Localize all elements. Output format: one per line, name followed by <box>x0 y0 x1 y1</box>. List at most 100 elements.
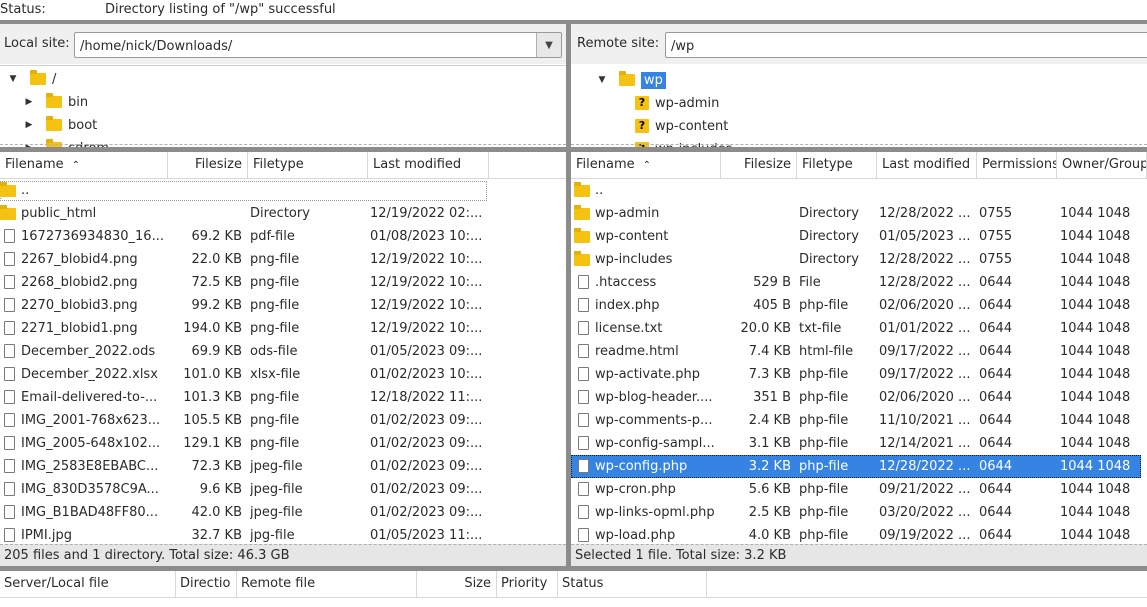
filesize-cell: 69.2 KB <box>191 229 242 244</box>
permissions-cell: 0644 <box>979 275 1013 290</box>
modified-cell <box>879 179 975 202</box>
table-row[interactable]: public_html Directory 12/19/2022 02:... <box>0 202 566 225</box>
queue-col-remote-file[interactable]: Remote file <box>237 571 417 597</box>
table-row[interactable]: 2267_blobid4.png 22.0 KB png-file 12/19/202… <box>0 248 566 271</box>
table-row[interactable]: December_2022.ods 69.9 KB ods-file 01/05/20… <box>0 340 566 363</box>
table-row[interactable]: IMG_2001-768x623... 105.5 KB png-file 01/02… <box>0 409 566 432</box>
table-row[interactable]: wp-config.php 3.2 KB php-file 12/28/2022 ..… <box>571 455 1141 478</box>
local-col-last-modified[interactable]: Last modified <box>368 152 489 178</box>
remote-path-value[interactable]: /wp <box>671 39 694 54</box>
remote-col-last-modified[interactable]: Last modified <box>877 152 977 178</box>
modified-cell: 12/28/2022 ... <box>879 252 971 267</box>
local-tree-item-root[interactable]: ▼ / <box>8 68 56 90</box>
filename-cell: IMG_2001-768x623... <box>21 413 161 428</box>
local-status-bar: 205 files and 1 directory. Total size: 4… <box>0 544 566 566</box>
remote-col-filetype[interactable]: Filetype <box>797 152 877 178</box>
local-tree-item-boot[interactable]: ▶ boot <box>24 114 97 136</box>
local-path-combo[interactable]: /home/nick/Downloads/ ▼ <box>74 32 562 58</box>
local-status-text: 205 files and 1 directory. Total size: 4… <box>4 548 290 563</box>
table-row[interactable]: IMG_B1BAD48FF80... 42.0 KB jpeg-file 01/02/… <box>0 501 566 524</box>
table-row[interactable]: 2268_blobid2.png 72.5 KB png-file 12/19/202… <box>0 271 566 294</box>
remote-tree-item-wp-includes[interactable]: ? wp-includes <box>635 138 732 147</box>
modified-cell: 03/20/2022 ... <box>879 505 971 520</box>
permissions-cell: 0644 <box>979 436 1013 451</box>
table-row[interactable]: wp-load.php 4.0 KB php-file 09/19/2022 ... 0… <box>571 524 1147 544</box>
expanded-arrow-icon[interactable]: ▼ <box>8 74 18 84</box>
chevron-down-icon[interactable]: ▼ <box>536 33 561 57</box>
table-row[interactable]: .htaccess 529 B File 12/28/2022 ... 0644 1044… <box>571 271 1147 294</box>
modified-cell: 09/17/2022 ... <box>879 344 971 359</box>
table-row[interactable]: wp-comments-p... 2.4 KB php-file 11/10/2021… <box>571 409 1147 432</box>
parent-directory-row[interactable]: .. <box>571 179 1147 202</box>
message-log: Status: Directory listing of "/wp" succe… <box>0 0 1147 20</box>
remote-tree-item-wp[interactable]: ▼ wp <box>597 69 666 91</box>
collapsed-arrow-icon[interactable]: ▶ <box>24 120 34 130</box>
table-row[interactable]: readme.html 7.4 KB html-file 09/17/2022 ...… <box>571 340 1147 363</box>
filesize-cell: 42.0 KB <box>191 505 242 520</box>
column-label: Priority <box>501 576 548 591</box>
parent-directory-row[interactable]: .. <box>0 179 566 202</box>
table-row[interactable]: wp-links-opml.php 2.5 KB php-file 03/20/202… <box>571 501 1147 524</box>
collapsed-arrow-icon[interactable]: ▶ <box>24 97 34 107</box>
remote-tree-label: wp-admin <box>655 95 720 111</box>
local-col-filesize[interactable]: Filesize <box>168 152 248 178</box>
filetype-cell: html-file <box>799 344 854 359</box>
filename-cell: wp-links-opml.php <box>595 505 715 520</box>
table-row[interactable]: December_2022.xlsx 101.0 KB xlsx-file 01/02… <box>0 363 566 386</box>
table-row[interactable]: IMG_2005-648x102... 129.1 KB png-file 01/02… <box>0 432 566 455</box>
local-col-filetype[interactable]: Filetype <box>248 152 368 178</box>
table-row[interactable]: license.txt 20.0 KB txt-file 01/01/2022 ...… <box>571 317 1147 340</box>
remote-col-owner-group[interactable]: Owner/Group <box>1057 152 1147 178</box>
queue-col-server-local-file[interactable]: Server/Local file <box>0 571 176 597</box>
owner-group-cell: 1044 1048 <box>1060 505 1131 520</box>
table-row[interactable]: wp-admin Directory 12/28/2022 ... 0755 1044 … <box>571 202 1147 225</box>
filetype-cell: jpeg-file <box>250 459 303 474</box>
queue-col-direction[interactable]: Directio <box>176 571 237 597</box>
filesize-cell: 105.5 KB <box>183 413 242 428</box>
table-row[interactable]: 2271_blobid1.png 194.0 KB png-file 12/19/20… <box>0 317 566 340</box>
remote-directory-tree: ▼ wp ? wp-admin ? wp-content ? wp-includ… <box>571 64 1147 147</box>
file-icon <box>4 252 15 266</box>
table-row[interactable]: wp-config-sampl... 3.1 KB php-file 12/14/20… <box>571 432 1147 455</box>
expanded-arrow-icon[interactable]: ▼ <box>597 75 607 85</box>
filetype-cell: png-file <box>250 275 300 290</box>
queue-col-status[interactable]: Status <box>558 571 707 597</box>
table-row[interactable]: wp-includes Directory 12/28/2022 ... 0755 10… <box>571 248 1147 271</box>
table-row[interactable]: wp-content Directory 01/05/2023 ... 0755 104… <box>571 225 1147 248</box>
table-row[interactable]: wp-blog-header.... 351 B php-file 02/06/202… <box>571 386 1147 409</box>
table-row[interactable]: 1672736934830_16... 69.2 KB pdf-file 01/08/… <box>0 225 566 248</box>
table-row[interactable]: index.php 405 B php-file 02/06/2020 ... 0644… <box>571 294 1147 317</box>
filesize-cell: 101.3 KB <box>183 390 242 405</box>
file-icon <box>578 436 589 450</box>
remote-tree-item-wp-content[interactable]: ? wp-content <box>635 115 728 137</box>
table-row[interactable]: 2270_blobid3.png 99.2 KB png-file 12/19/202… <box>0 294 566 317</box>
filetype-cell: Directory <box>799 229 859 244</box>
remote-col-permissions[interactable]: Permissions <box>977 152 1057 178</box>
remote-col-filesize[interactable]: Filesize <box>721 152 797 178</box>
remote-path-input[interactable]: /wp <box>665 32 1147 58</box>
folder-icon <box>46 116 62 131</box>
queue-col-size[interactable]: Size <box>417 571 497 597</box>
local-col-filename[interactable]: Filename ⌃ <box>0 152 168 178</box>
filetype-cell: Directory <box>250 206 310 221</box>
local-tree-item-cdrom[interactable]: ▶ cdrom <box>24 137 109 147</box>
table-row[interactable]: Email-delivered-to-... 101.3 KB png-file 12… <box>0 386 566 409</box>
remote-tree-item-wp-admin[interactable]: ? wp-admin <box>635 92 719 114</box>
local-tree-item-bin[interactable]: ▶ bin <box>24 91 88 113</box>
local-path-value[interactable]: /home/nick/Downloads/ <box>80 39 232 54</box>
file-icon <box>578 505 589 519</box>
table-row[interactable]: IMG_2583E8EBABC... 72.3 KB jpeg-file 01/02/… <box>0 455 566 478</box>
filetype-cell: php-file <box>799 528 849 543</box>
filename-cell: index.php <box>595 298 660 313</box>
folder-icon <box>574 251 590 266</box>
table-row[interactable]: wp-cron.php 5.6 KB php-file 09/21/2022 ... 0… <box>571 478 1147 501</box>
table-row[interactable]: IPMI.jpg 32.7 KB jpg-file 01/05/2023 11:... <box>0 524 566 544</box>
remote-col-filename[interactable]: Filename ⌃ <box>571 152 721 178</box>
table-row[interactable]: IMG_830D3578C9A... 9.6 KB jpeg-file 01/02/2… <box>0 478 566 501</box>
owner-group-cell: 1044 1048 <box>1060 321 1131 336</box>
modified-cell: 01/05/2023 11:... <box>370 528 483 543</box>
queue-col-priority[interactable]: Priority <box>497 571 558 597</box>
permissions-cell: 0755 <box>979 206 1013 221</box>
table-row[interactable]: wp-activate.php 7.3 KB php-file 09/17/2022 … <box>571 363 1147 386</box>
file-icon <box>578 275 589 289</box>
